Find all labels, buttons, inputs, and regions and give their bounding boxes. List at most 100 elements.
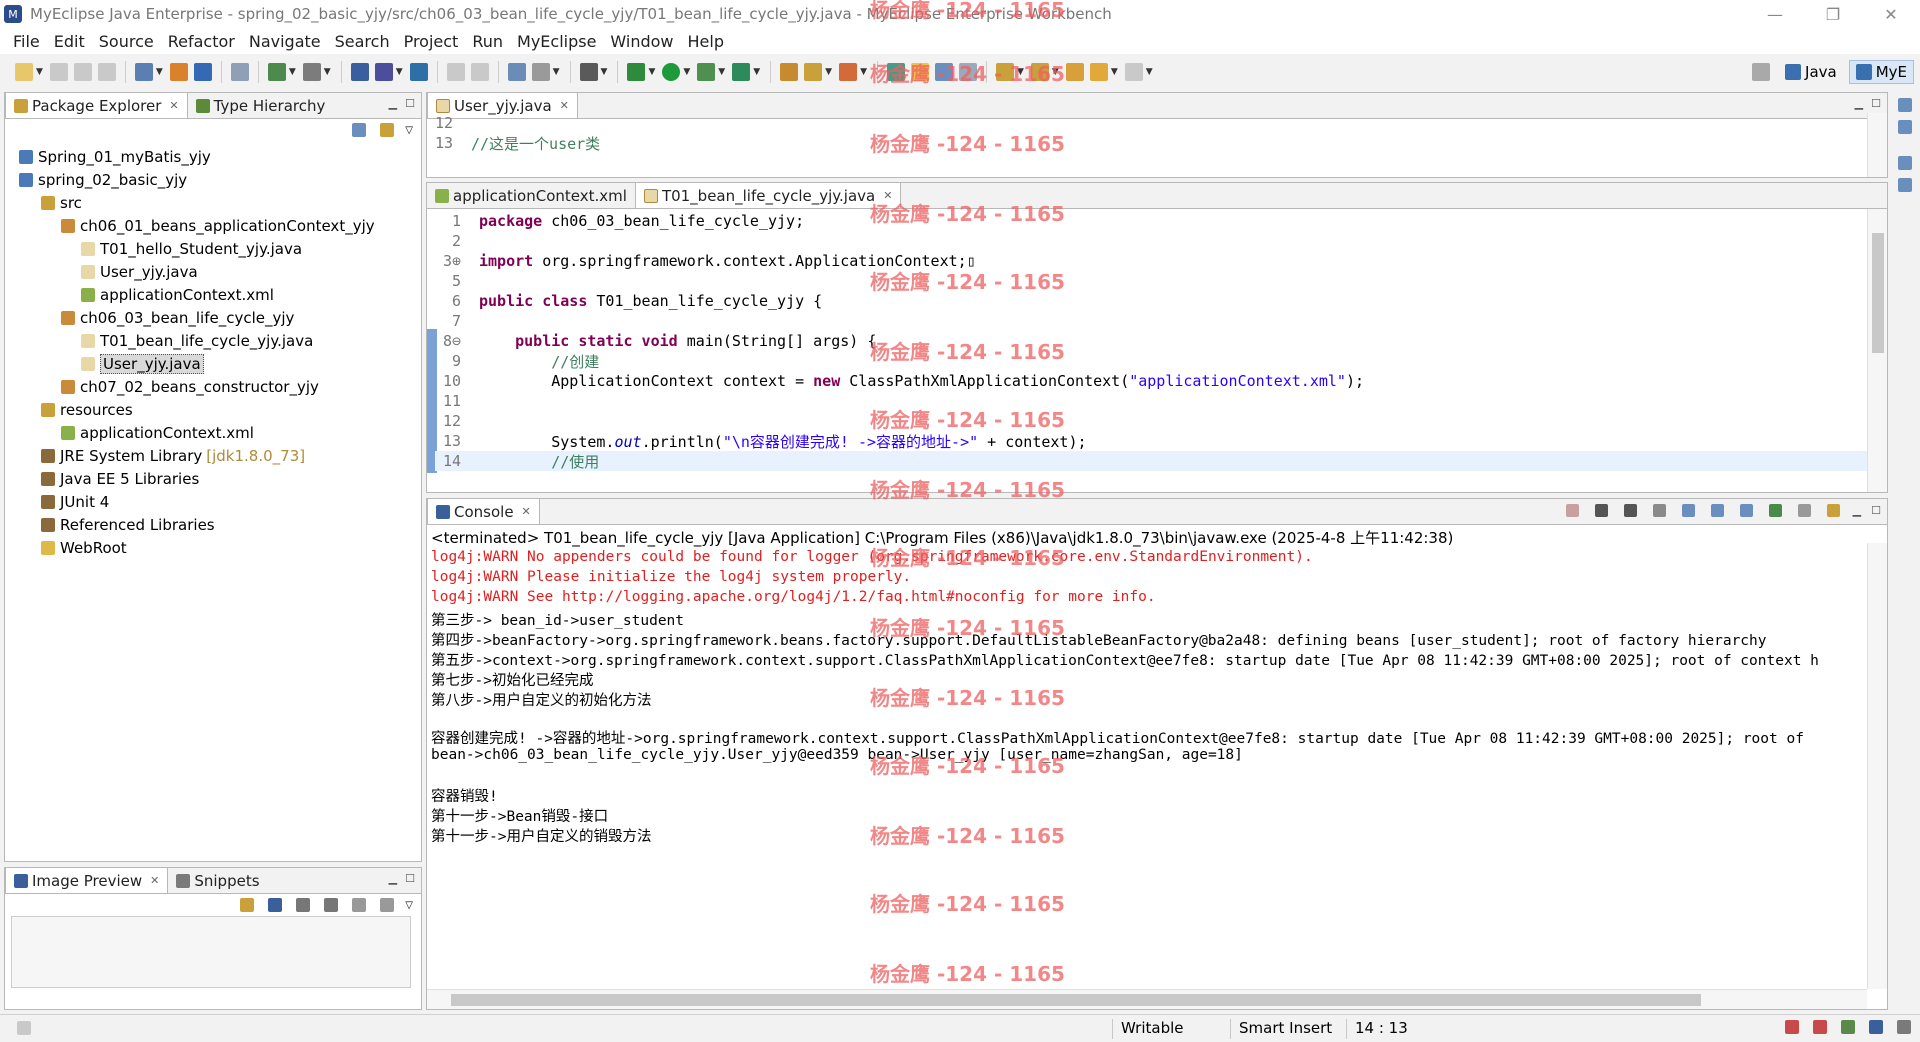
minimize-view-icon[interactable]: ▁ <box>1855 97 1863 110</box>
minimize-view-icon[interactable]: ▁ <box>389 872 397 885</box>
browser-dropdown-icon[interactable]: ▼ <box>553 67 560 77</box>
menu-project[interactable]: Project <box>397 32 466 51</box>
tree-item[interactable]: applicationContext.xml <box>5 283 421 306</box>
menu-file[interactable]: File <box>6 32 47 51</box>
forward-dropdown-icon[interactable]: ▼ <box>1146 67 1153 77</box>
tree-item[interactable]: WebRoot <box>5 536 421 559</box>
problems-icon[interactable] <box>1785 1020 1799 1034</box>
tree-item[interactable]: spring_02_basic_yjy <box>5 168 421 191</box>
tab-type-hierarchy[interactable]: Type Hierarchy <box>188 94 334 118</box>
tree-item[interactable]: T01_hello_Student_yjy.java <box>5 237 421 260</box>
new-class-icon[interactable] <box>839 63 858 81</box>
minimize-view-icon[interactable]: ▁ <box>389 97 397 110</box>
fast-view-icon[interactable] <box>17 1021 31 1035</box>
new-icon[interactable] <box>15 63 33 81</box>
tab-image-preview[interactable]: Image Preview ✕ <box>5 867 169 893</box>
next-annotation-icon[interactable] <box>995 63 1014 81</box>
toggle-block-icon[interactable] <box>470 63 489 81</box>
minimize-view-icon[interactable]: ▁ <box>1853 504 1861 517</box>
debug-icon[interactable] <box>627 63 646 81</box>
previous-annotation-dropdown-icon[interactable]: ▼ <box>1052 67 1059 77</box>
maximize-view-icon[interactable]: ☐ <box>1871 504 1881 517</box>
save-all-icon[interactable] <box>73 63 92 81</box>
error-log-icon[interactable] <box>1813 1020 1827 1034</box>
database-icon[interactable] <box>230 63 249 81</box>
new-project-icon[interactable] <box>134 63 153 81</box>
close-icon[interactable]: ✕ <box>150 874 159 887</box>
servers-icon[interactable] <box>1841 1020 1855 1034</box>
highlight-icon[interactable] <box>910 63 929 81</box>
search-icon[interactable] <box>886 63 905 81</box>
open-console-icon[interactable] <box>1826 504 1840 517</box>
show-on-output-icon[interactable] <box>1739 504 1753 517</box>
vertical-scrollbar[interactable] <box>1867 113 1887 177</box>
globe-icon[interactable] <box>409 63 428 81</box>
previous-annotation-icon[interactable] <box>1030 63 1049 81</box>
fit-image-icon[interactable] <box>268 898 283 912</box>
new-web-icon[interactable] <box>507 63 526 81</box>
outline-view-icon[interactable] <box>1898 120 1912 134</box>
tree-item[interactable]: Referenced Libraries <box>5 513 421 536</box>
terminate-icon[interactable] <box>1565 504 1579 517</box>
tree-item[interactable]: T01_bean_life_cycle_yjy.java <box>5 329 421 352</box>
actual-size-icon[interactable] <box>352 898 367 912</box>
tree-item[interactable]: ch07_02_beans_constructor_yjy <box>5 375 421 398</box>
tree-item[interactable]: User_yjy.java <box>5 260 421 283</box>
close-window-button[interactable]: ✕ <box>1862 0 1920 28</box>
collapse-all-icon[interactable] <box>352 123 367 137</box>
menu-navigate[interactable]: Navigate <box>242 32 328 51</box>
tab-snippets[interactable]: Snippets <box>168 869 267 893</box>
maximize-view-icon[interactable]: ☐ <box>405 872 415 885</box>
coverage-icon[interactable] <box>697 63 716 81</box>
menu-run[interactable]: Run <box>465 32 510 51</box>
open-task-dropdown-icon[interactable]: ▼ <box>396 67 403 77</box>
clear-console-icon[interactable] <box>1652 504 1666 517</box>
restore-view-icon[interactable] <box>1898 98 1912 112</box>
forward-icon[interactable] <box>1124 63 1143 81</box>
perspective-myeclipse[interactable]: MyE <box>1848 60 1914 84</box>
link-with-editor-icon[interactable] <box>380 123 395 137</box>
new-project-dropdown-icon[interactable]: ▼ <box>156 67 163 77</box>
coverage-dropdown-icon[interactable]: ▼ <box>718 67 725 77</box>
debug-server-icon[interactable] <box>267 63 286 81</box>
zoom-in-icon[interactable] <box>324 898 339 912</box>
new-package-dropdown-icon[interactable]: ▼ <box>825 67 832 77</box>
scrollbar-thumb[interactable] <box>451 994 1701 1006</box>
menu-myeclipse[interactable]: MyEclipse <box>510 32 603 51</box>
debug-server-dropdown-icon[interactable]: ▼ <box>289 67 296 77</box>
run-server-icon[interactable] <box>302 63 321 81</box>
task-list-icon[interactable] <box>1898 178 1912 192</box>
next-annotation-dropdown-icon[interactable]: ▼ <box>1017 67 1024 77</box>
tree-item[interactable]: User_yjy.java <box>5 352 421 375</box>
progress-icon[interactable] <box>1897 1020 1911 1034</box>
scroll-lock-icon[interactable] <box>1681 504 1695 517</box>
remove-all-launches-icon[interactable] <box>1623 504 1637 517</box>
menu-edit[interactable]: Edit <box>47 32 92 51</box>
browser-icon[interactable] <box>531 63 550 81</box>
tree-item[interactable]: src <box>5 191 421 214</box>
user-code-area[interactable]: 12 13 //这是一个user类 <box>427 113 1867 177</box>
maximize-view-icon[interactable]: ☐ <box>1871 97 1881 110</box>
tab-t01-bean-life-cycle[interactable]: T01_bean_life_cycle_yjy.java ✕ <box>634 182 902 208</box>
menu-refactor[interactable]: Refactor <box>161 32 242 51</box>
close-icon[interactable]: ✕ <box>169 99 178 112</box>
tab-application-context-xml[interactable]: applicationContext.xml <box>427 184 635 208</box>
deploy-icon[interactable] <box>169 63 188 81</box>
zoom-out-icon[interactable] <box>296 898 311 912</box>
run-server-dropdown-icon[interactable]: ▼ <box>324 67 331 77</box>
tree-item[interactable]: resources <box>5 398 421 421</box>
toggle-mark-icon[interactable] <box>446 63 465 81</box>
tree-item[interactable]: JUnit 4 <box>5 490 421 513</box>
menu-help[interactable]: Help <box>681 32 731 51</box>
external-tools-icon[interactable] <box>732 63 751 81</box>
pin-console-icon[interactable] <box>1768 504 1782 517</box>
console-trim-icon[interactable] <box>1869 1020 1883 1034</box>
console-horizontal-scrollbar[interactable] <box>427 989 1867 1009</box>
new-package-icon[interactable] <box>804 63 823 81</box>
back-dropdown-icon[interactable]: ▼ <box>1111 67 1118 77</box>
debug-dropdown-icon[interactable]: ▼ <box>648 67 655 77</box>
restore-button[interactable]: ❐ <box>1804 0 1862 28</box>
new-class-dropdown-icon[interactable]: ▼ <box>860 67 867 77</box>
screen-icon[interactable] <box>579 63 598 81</box>
run-icon[interactable] <box>662 63 681 81</box>
